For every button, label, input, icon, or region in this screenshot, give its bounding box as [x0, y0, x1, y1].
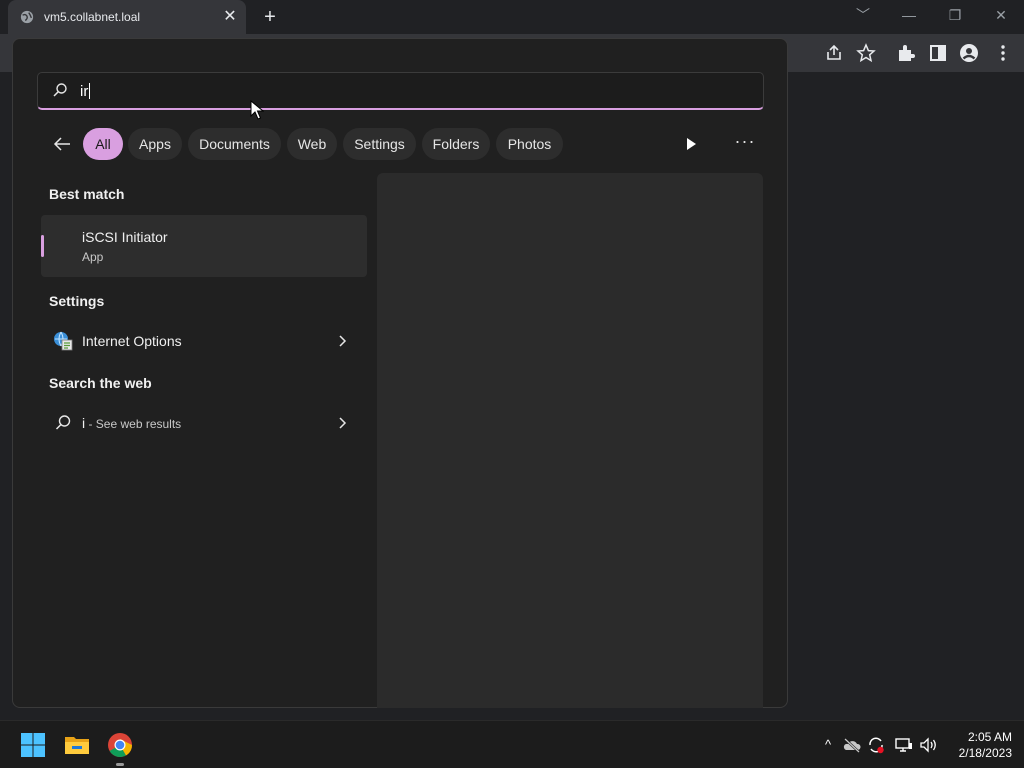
new-tab-button[interactable]: +	[258, 6, 282, 30]
tab-title: vm5.collabnet.loal	[44, 10, 141, 24]
side-panel-icon[interactable]	[927, 42, 949, 64]
internet-options-label: Internet Options	[82, 333, 182, 349]
web-results-item[interactable]: i - See web results	[41, 405, 367, 441]
browser-tab[interactable]: vm5.collabnet.loal ✕	[8, 0, 246, 34]
browser-tabstrip: vm5.collabnet.loal ✕ + ﹀ — ❐ ✕	[0, 0, 1024, 34]
filter-apps[interactable]: Apps	[128, 128, 182, 160]
chevron-right-icon	[339, 417, 347, 429]
search-input[interactable]: ir	[37, 72, 764, 110]
share-icon[interactable]	[823, 42, 845, 64]
web-results-label: i - See web results	[82, 415, 181, 431]
clock-time: 2:05 AM	[967, 730, 1012, 744]
onedrive-offline-icon[interactable]	[842, 735, 862, 755]
chrome-icon[interactable]	[106, 731, 134, 759]
system-clock[interactable]: 2:05 AM 2/18/2023	[942, 729, 1012, 761]
profile-icon[interactable]	[958, 42, 980, 64]
chevron-right-icon	[339, 335, 347, 347]
internet-options-item[interactable]: Internet Options	[41, 323, 367, 359]
mouse-cursor-icon	[250, 100, 264, 120]
tab-close-icon[interactable]: ✕	[220, 7, 240, 27]
web-suffix: - See web results	[85, 417, 182, 431]
search-web-heading: Search the web	[49, 375, 152, 391]
search-query: ir	[80, 83, 91, 100]
filter-photos[interactable]: Photos	[496, 128, 563, 160]
more-options-icon[interactable]: ···	[733, 132, 757, 156]
file-explorer-icon[interactable]	[63, 731, 91, 759]
best-match-heading: Best match	[49, 186, 125, 202]
running-indicator	[116, 763, 124, 766]
volume-icon[interactable]	[918, 735, 938, 755]
best-match-item[interactable]: iSCSI Initiator App	[41, 215, 367, 277]
clock-date: 2/18/2023	[958, 746, 1012, 760]
settings-heading: Settings	[49, 293, 105, 309]
close-window-icon[interactable]: ✕	[978, 0, 1024, 30]
taskbar: ^ 2:05 AM 2/18/2023	[0, 720, 1024, 768]
filter-web[interactable]: Web	[287, 128, 337, 160]
best-match-type: App	[82, 250, 104, 264]
search-icon	[55, 415, 71, 430]
windows-start-icon[interactable]	[19, 731, 47, 759]
play-icon[interactable]	[681, 134, 701, 154]
filter-all[interactable]: All	[83, 128, 123, 160]
globe-icon	[20, 10, 34, 24]
windows-search-panel: ir All Apps Documents Web Settings Folde…	[12, 38, 788, 708]
menu-icon[interactable]	[992, 42, 1014, 64]
restore-icon[interactable]: ❐	[932, 0, 978, 30]
best-match-name: iSCSI Initiator	[82, 229, 168, 245]
filter-folders[interactable]: Folders	[422, 128, 490, 160]
iscsi-app-icon	[55, 231, 79, 255]
tab-search-icon[interactable]: ﹀	[840, 0, 886, 30]
star-icon[interactable]	[855, 42, 877, 64]
filter-settings[interactable]: Settings	[343, 128, 416, 160]
internet-options-icon	[54, 331, 73, 351]
show-hidden-icons-chevron[interactable]: ^	[818, 735, 838, 755]
minimize-icon[interactable]: —	[886, 0, 932, 30]
extensions-icon[interactable]	[895, 42, 917, 64]
sync-error-icon[interactable]	[866, 735, 886, 755]
selection-accent	[41, 235, 44, 257]
network-icon[interactable]	[894, 735, 914, 755]
back-arrow-icon[interactable]	[51, 133, 73, 155]
preview-pane	[377, 173, 763, 708]
filter-documents[interactable]: Documents	[188, 128, 281, 160]
search-icon	[53, 83, 67, 97]
